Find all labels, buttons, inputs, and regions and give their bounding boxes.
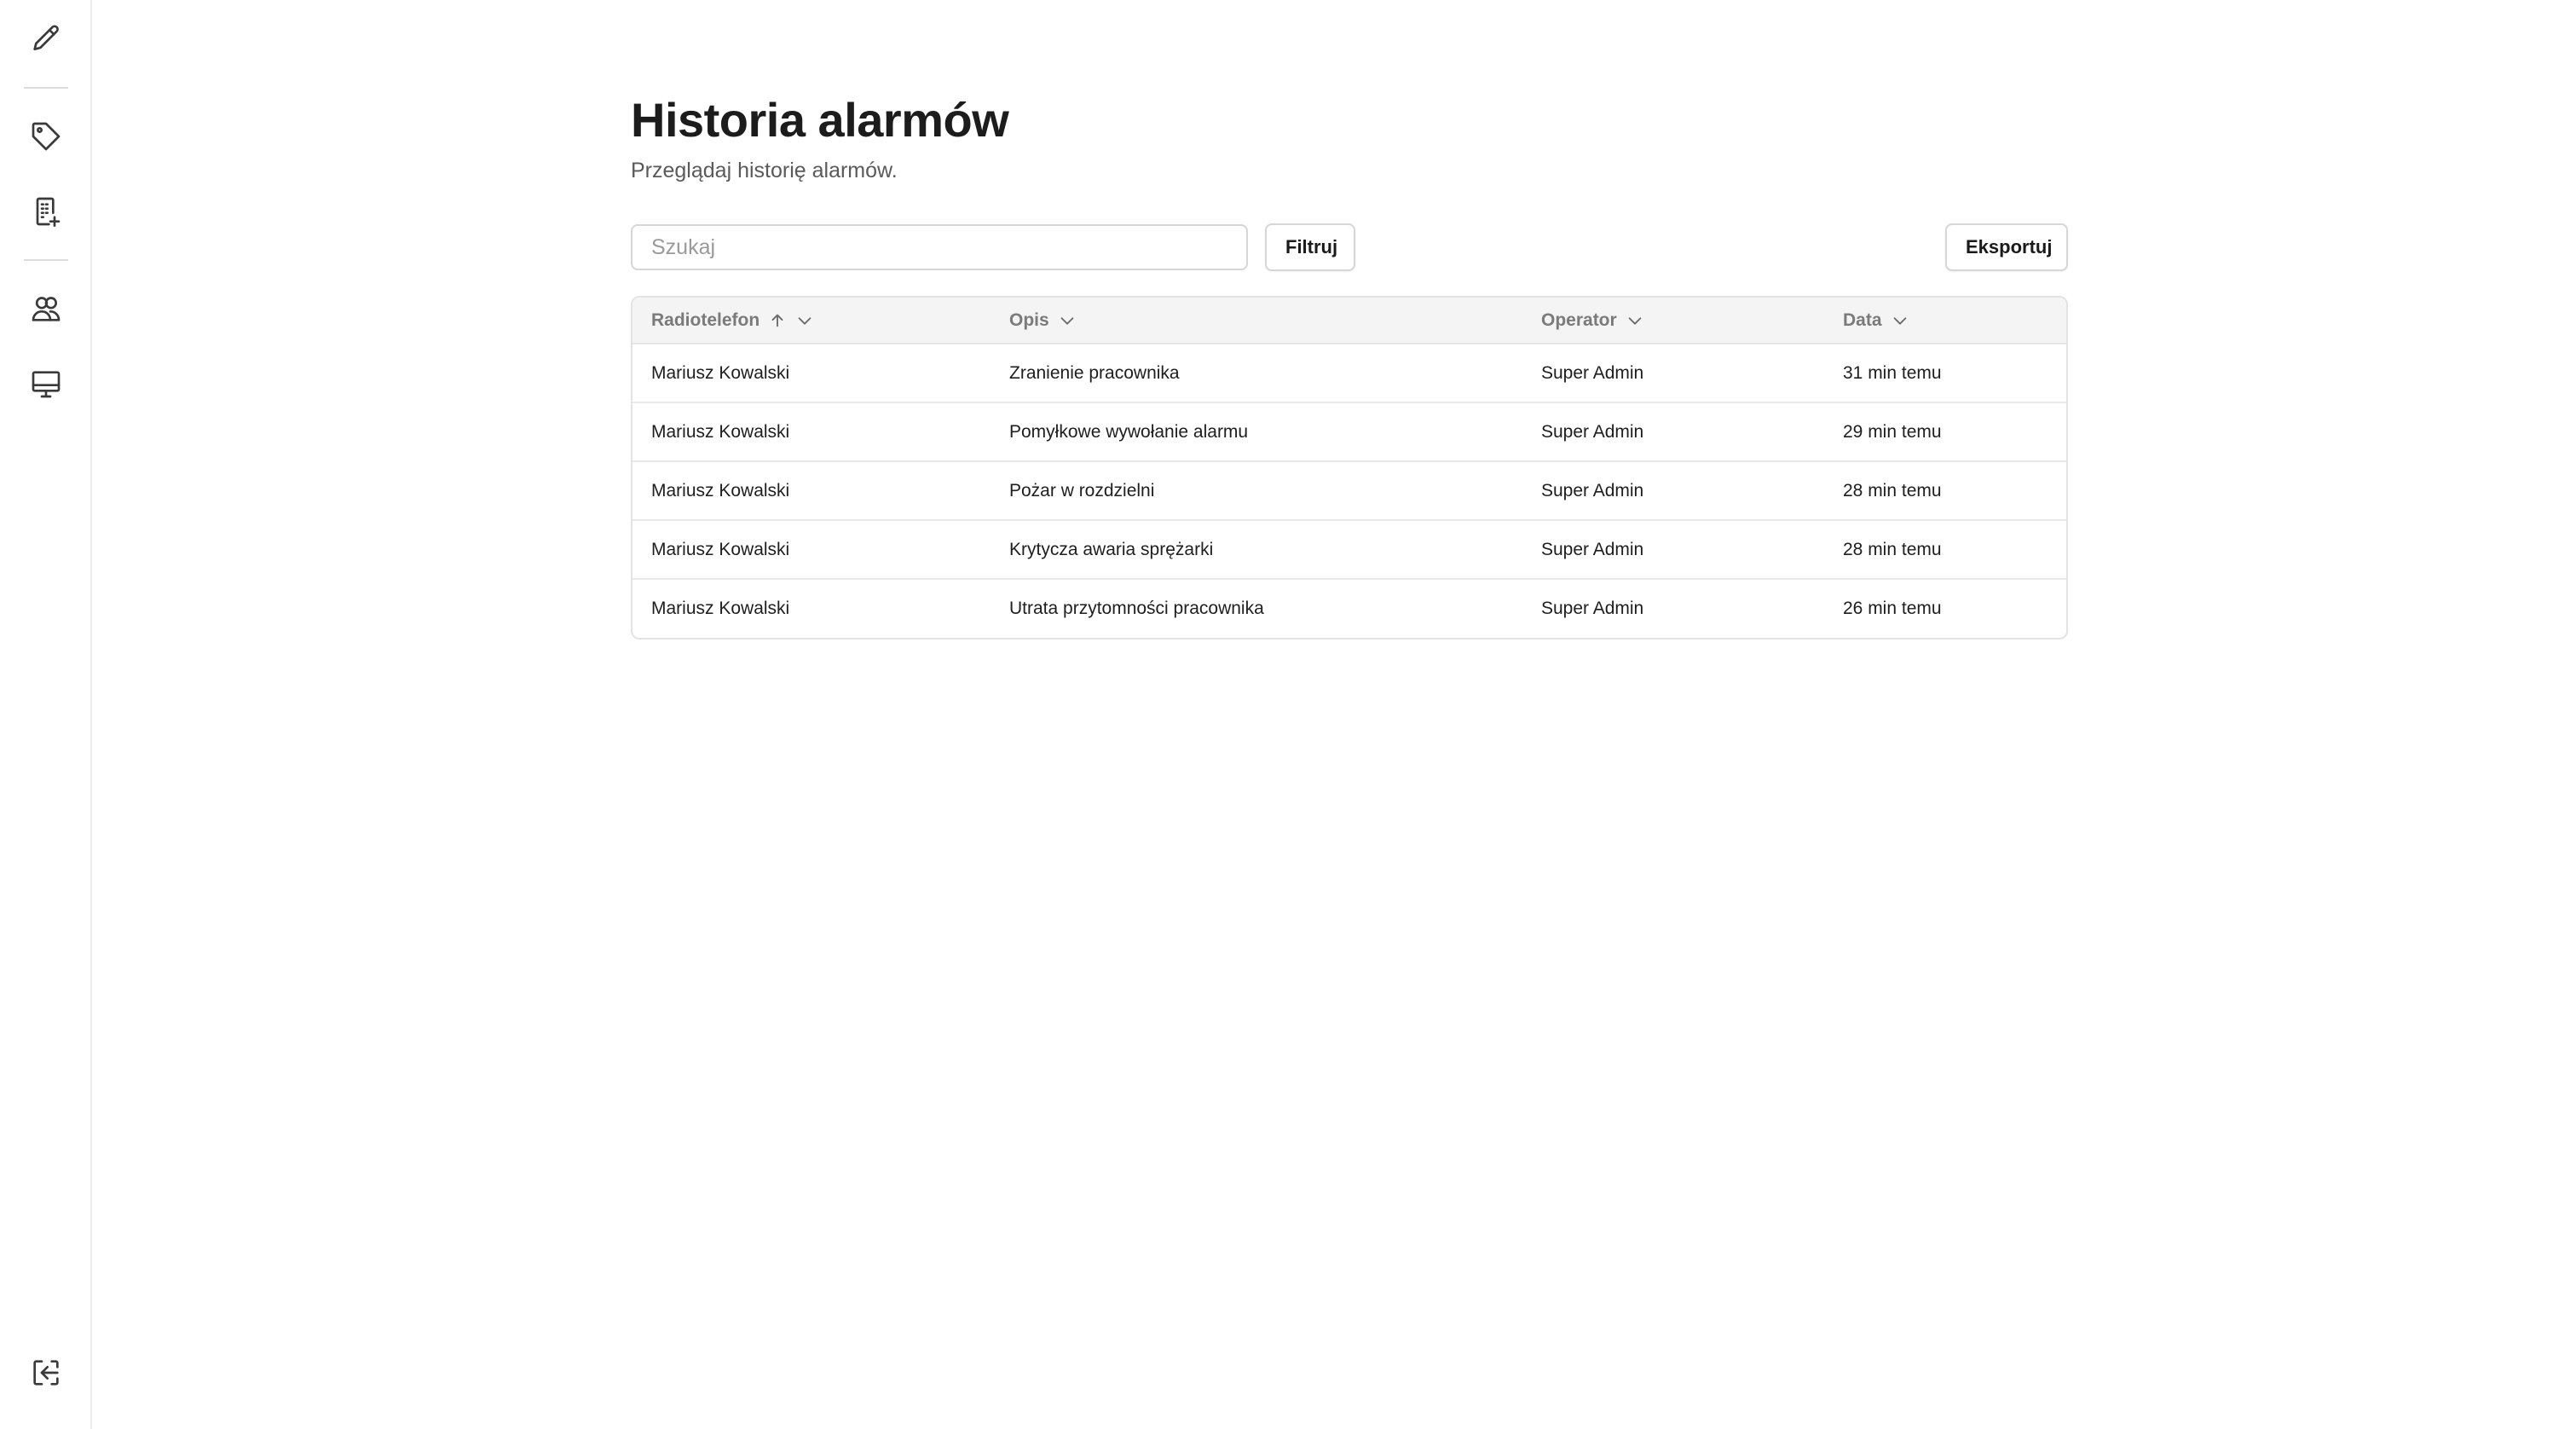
sidebar-divider [24,87,68,89]
cell-operator: Super Admin [1522,402,1824,462]
monitor-nav-button[interactable] [17,355,75,413]
chevron-down-icon[interactable] [1626,311,1644,330]
cell-data: 26 min temu [1843,599,1942,618]
cell-radiotelefon: Mariusz Kowalski [632,344,991,403]
logout-icon [33,1360,59,1386]
column-header-data[interactable]: Data [1824,298,2066,344]
export-button[interactable]: Eksportuj [1945,223,2068,271]
table-row[interactable]: Mariusz Kowalski Krytycza awaria sprężar… [632,520,2066,580]
users-icon [32,297,61,321]
edit-nav-button[interactable] [17,10,75,68]
cell-opis: Utrata przytomności pracownika [1009,599,1264,618]
column-header-label: Data [1843,310,1882,330]
filter-button[interactable]: Filtruj [1265,223,1355,271]
cell-opis: Pożar w rozdzielni [991,461,1522,521]
cell-radiotelefon: Mariusz Kowalski [632,520,991,580]
cell-data: 28 min temu [1824,520,2066,580]
column-header-operator[interactable]: Operator [1522,298,1824,344]
column-header-label: Radiotelefon [651,310,760,330]
cell-radiotelefon: Mariusz Kowalski [651,599,790,618]
cell-opis: Zranienie pracownika [991,344,1522,403]
table-row[interactable]: Mariusz Kowalski Utrata przytomności pra… [632,579,2066,638]
chevron-down-icon[interactable] [1058,311,1077,330]
add-device-nav-button[interactable] [17,182,75,240]
column-header-opis[interactable]: Opis [991,298,1522,344]
cell-data: 28 min temu [1824,461,2066,521]
sidebar [0,0,92,1429]
cell-operator: Super Admin [1522,520,1824,580]
table-row[interactable]: Mariusz Kowalski Pożar w rozdzielni Supe… [632,461,2066,521]
monitor-icon [32,371,61,398]
device-add-icon [36,197,61,227]
users-nav-button[interactable] [17,280,75,338]
table-row[interactable]: Mariusz Kowalski Pomyłkowe wywołanie ala… [632,402,2066,462]
chevron-down-icon[interactable] [795,311,814,330]
tags-nav-button[interactable] [17,107,75,165]
search-input[interactable] [631,224,1248,270]
table-header-row: Radiotelefon Opis Operator Data [632,298,2066,344]
cell-opis: Krytycza awaria sprężarki [991,520,1522,580]
column-header-label: Operator [1541,310,1617,330]
column-header-radiotelefon[interactable]: Radiotelefon [632,298,991,344]
page-title: Historia alarmów [631,93,1009,147]
cell-data: 29 min temu [1824,402,2066,462]
page-subtitle: Przeglądaj historię alarmów. [631,159,898,182]
column-header-label: Opis [1009,310,1049,330]
table-row[interactable]: Mariusz Kowalski Zranienie pracownika Su… [632,344,2066,403]
cell-data: 31 min temu [1824,344,2066,403]
logout-nav-button[interactable] [17,1344,75,1402]
cell-opis: Pomyłkowe wywołanie alarmu [991,402,1522,462]
chevron-down-icon[interactable] [1891,311,1909,330]
alarm-history-table: Radiotelefon Opis Operator Data Mariusz … [631,296,2068,639]
cell-radiotelefon: Mariusz Kowalski [632,461,991,521]
cell-operator: Super Admin [1522,461,1824,521]
cell-radiotelefon: Mariusz Kowalski [632,402,991,462]
pencil-icon [33,25,59,51]
sidebar-divider [24,259,68,261]
cell-operator: Super Admin [1541,599,1644,618]
cell-operator: Super Admin [1522,344,1824,403]
tag-icon [32,122,61,151]
arrow-up-icon [771,314,783,327]
